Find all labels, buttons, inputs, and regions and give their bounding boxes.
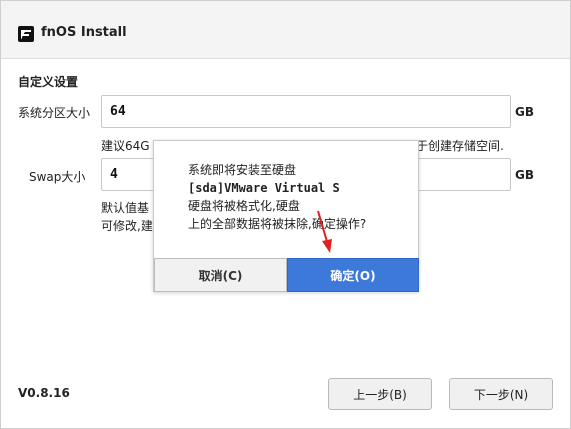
system-partition-hint-left: 建议64G (101, 139, 150, 153)
system-partition-unit: GB (515, 105, 534, 119)
installer-window: fnOS Install 自定义设置 系统分区大小 GB 建议64G 于创建存储… (0, 0, 571, 429)
window-title: fnOS Install (41, 25, 127, 40)
dialog-message-line: 系统即将安装至硬盘 (188, 163, 297, 177)
dialog-disk-name: [sda]VMware Virtual S (188, 181, 340, 195)
swap-hint-line2: 可修改,建 (101, 219, 153, 233)
fnos-logo-icon (18, 26, 34, 42)
swap-hint-line1: 默认值基 (101, 201, 150, 215)
dialog-message-line: 上的全部数据将被抹除,确定操作? (188, 217, 367, 231)
confirm-dialog: 系统即将安装至硬盘 [sda]VMware Virtual S 硬盘将被格式化,… (153, 140, 419, 292)
system-partition-input[interactable] (101, 95, 511, 128)
dialog-confirm-button[interactable]: 确定(O) (287, 258, 419, 292)
dialog-message-line: 硬盘将被格式化,硬盘 (188, 199, 300, 213)
swap-unit: GB (515, 168, 534, 182)
title-bar: fnOS Install (1, 1, 570, 59)
next-button[interactable]: 下一步(N) (449, 378, 553, 410)
dialog-message: 系统即将安装至硬盘 [sda]VMware Virtual S 硬盘将被格式化,… (188, 161, 366, 233)
version-label: V0.8.16 (18, 386, 70, 400)
annotation-arrow-icon (317, 210, 332, 253)
prev-button[interactable]: 上一步(B) (328, 378, 432, 410)
section-title: 自定义设置 (18, 75, 79, 89)
swap-label: Swap大小 (29, 170, 86, 184)
system-partition-label: 系统分区大小 (18, 106, 91, 120)
system-partition-hint-right: 于创建存储空间. (416, 139, 504, 153)
dialog-cancel-button[interactable]: 取消(C) (154, 258, 287, 292)
